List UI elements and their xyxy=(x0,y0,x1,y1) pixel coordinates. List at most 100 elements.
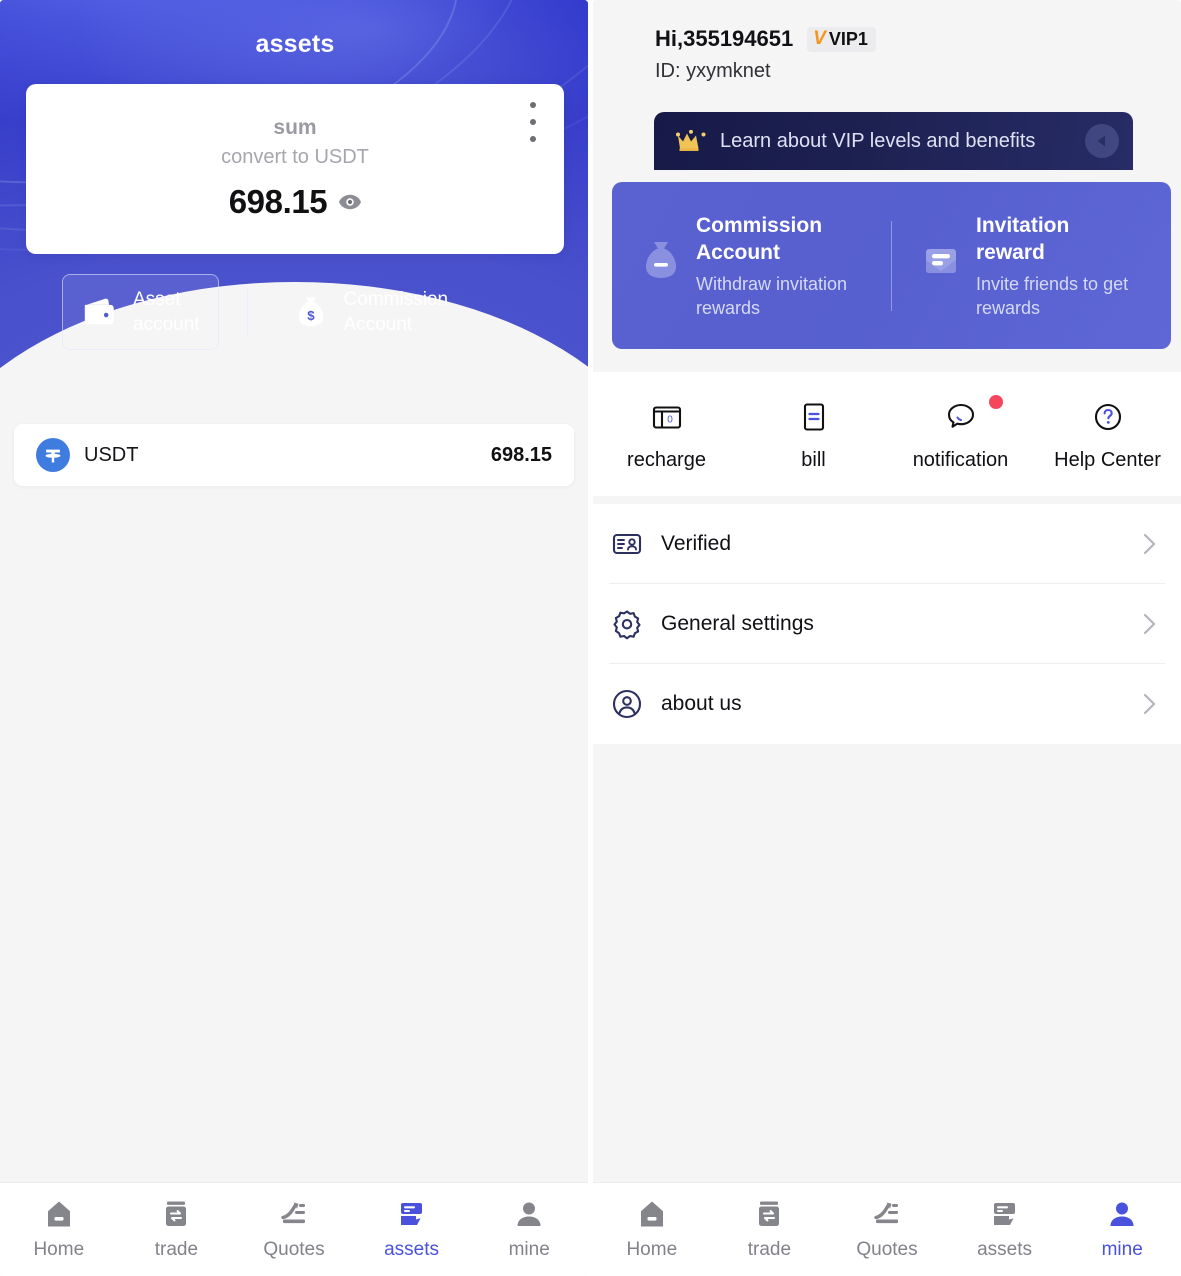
tab-assets[interactable]: assets xyxy=(353,1198,471,1261)
balance-currency-label: convert to USDT xyxy=(221,146,369,168)
promo-card: Commission Account Withdraw invitation r… xyxy=(612,182,1171,349)
quick-action-notification[interactable]: notification xyxy=(887,394,1034,472)
commission-account-button[interactable]: $ Commission Account xyxy=(274,275,467,349)
tab-quotes[interactable]: Quotes xyxy=(828,1198,946,1261)
quick-action-label: bill xyxy=(801,448,826,471)
tab-label: mine xyxy=(508,1239,550,1260)
quick-action-bill[interactable]: bill xyxy=(740,397,887,472)
menu-item-about-us[interactable]: about us xyxy=(609,664,1165,744)
quick-action-label: notification xyxy=(912,448,1009,471)
person-icon xyxy=(517,1202,541,1226)
vip-promo-banner[interactable]: Learn about VIP levels and benefits xyxy=(654,112,1133,170)
mine-screen: Hi,355194651 V VIP1 ID: yxymknet Learn a… xyxy=(593,0,1181,1276)
chevron-right-icon xyxy=(1143,613,1156,634)
tether-icon xyxy=(36,438,70,472)
balance-value: 698.15 xyxy=(228,183,328,220)
tab-label: Home xyxy=(626,1239,678,1260)
menu-item-label: Verified xyxy=(661,531,732,555)
invitation-promo-text: Invitation reward Invite friends to get … xyxy=(976,212,1157,320)
svg-text:$: $ xyxy=(307,308,315,323)
tab-trade[interactable]: trade xyxy=(118,1198,236,1261)
assets-screen: assets sum convert to USDT 698.15 Asset … xyxy=(0,0,588,1276)
tab-label: Home xyxy=(33,1239,85,1260)
vip-banner-text: Learn about VIP levels and benefits xyxy=(720,129,1036,152)
quick-action-recharge[interactable]: 0 recharge xyxy=(593,397,740,472)
status-badge[interactable]: V VIP1 xyxy=(807,26,876,52)
tab-label: assets xyxy=(384,1239,440,1260)
notification-badge-dot xyxy=(988,394,1003,409)
coin-symbol: USDT xyxy=(84,443,139,466)
tab-label: trade xyxy=(747,1239,792,1260)
invitation-reward-promo[interactable]: Invitation reward Invite friends to get … xyxy=(892,212,1171,320)
quick-actions-bar: 0 recharge bill notification Help Center xyxy=(593,372,1181,496)
svg-text:0: 0 xyxy=(667,414,673,425)
question-circle-icon xyxy=(1094,403,1121,430)
help-icon-wrap xyxy=(1090,397,1126,437)
chevron-left-circle-icon[interactable] xyxy=(1085,124,1119,158)
balance-label: sum xyxy=(273,116,317,139)
id-card-icon xyxy=(612,533,642,554)
money-bag-icon xyxy=(646,241,676,278)
balance-value-row: 698.15 xyxy=(26,169,564,221)
tab-home[interactable]: Home xyxy=(593,1198,711,1261)
commission-promo-text: Commission Account Withdraw invitation r… xyxy=(696,212,877,320)
page-title: assets xyxy=(255,30,335,58)
greeting-row: Hi,355194651 V VIP1 xyxy=(593,0,1181,52)
tab-mine[interactable]: mine xyxy=(1063,1198,1181,1261)
commission-account-label: Commission Account xyxy=(343,289,449,335)
quick-action-help-center[interactable]: Help Center xyxy=(1034,397,1181,472)
account-divider xyxy=(246,289,248,335)
tab-label: mine xyxy=(1101,1239,1143,1260)
promo-title: Invitation reward xyxy=(976,213,1070,264)
bill-icon xyxy=(803,402,824,431)
commission-account-promo[interactable]: Commission Account Withdraw invitation r… xyxy=(612,212,891,320)
user-circle-icon xyxy=(612,689,642,719)
chevron-right-icon xyxy=(1143,693,1156,715)
tab-trade[interactable]: trade xyxy=(711,1198,829,1261)
chevron-right-icon xyxy=(1143,533,1156,554)
money-bag-icon: $ xyxy=(298,297,323,327)
notification-icon-wrap xyxy=(943,394,1003,437)
quick-action-label: Help Center xyxy=(1054,448,1161,471)
greeting-text: Hi,355194651 xyxy=(655,26,794,51)
tab-home[interactable]: Home xyxy=(0,1198,118,1261)
tab-mine[interactable]: mine xyxy=(470,1198,588,1261)
person-icon xyxy=(1110,1202,1134,1226)
trade-icon xyxy=(759,1201,780,1226)
vip-mark-icon: V xyxy=(813,27,826,49)
envelope-icon xyxy=(926,248,956,273)
bottom-tab-bar: Home trade Quotes assets mine xyxy=(593,1182,1181,1276)
tab-label: Quotes xyxy=(856,1239,918,1260)
crown-icon xyxy=(676,130,706,151)
recharge-icon-wrap: 0 xyxy=(649,397,685,437)
menu-item-verified[interactable]: Verified xyxy=(609,504,1165,584)
trade-icon xyxy=(166,1201,187,1226)
promo-desc: Invite friends to get rewards xyxy=(976,273,1129,318)
assets-icon xyxy=(993,1203,1015,1225)
total-balance-card: sum convert to USDT 698.15 xyxy=(26,84,564,254)
quick-action-label: recharge xyxy=(627,448,706,471)
more-vertical-icon[interactable] xyxy=(524,102,542,142)
menu-item-general-settings[interactable]: General settings xyxy=(609,584,1165,664)
eye-icon[interactable] xyxy=(339,194,362,210)
coin-amount: 698.15 xyxy=(490,443,552,466)
quotes-icon xyxy=(281,1202,305,1224)
wallet-icon xyxy=(84,298,114,325)
asset-account-button[interactable]: Asset account xyxy=(62,274,219,350)
menu-item-label: about us xyxy=(661,692,742,715)
bill-icon-wrap xyxy=(796,397,832,437)
list-item[interactable]: USDT 698.15 xyxy=(14,424,574,486)
assets-icon xyxy=(400,1203,422,1225)
gear-icon xyxy=(613,609,641,639)
home-icon xyxy=(47,1201,70,1227)
tab-label: assets xyxy=(977,1239,1033,1260)
tab-assets[interactable]: assets xyxy=(946,1198,1064,1261)
home-icon xyxy=(640,1201,663,1227)
user-id-text: ID: yxymknet xyxy=(655,60,771,82)
promo-title: Commission Account xyxy=(696,213,823,264)
coin-list: USDT 698.15 xyxy=(14,424,574,486)
tab-label: trade xyxy=(154,1239,199,1260)
tab-quotes[interactable]: Quotes xyxy=(235,1198,353,1261)
quotes-icon xyxy=(874,1202,898,1224)
asset-account-label: Asset account xyxy=(133,289,200,335)
